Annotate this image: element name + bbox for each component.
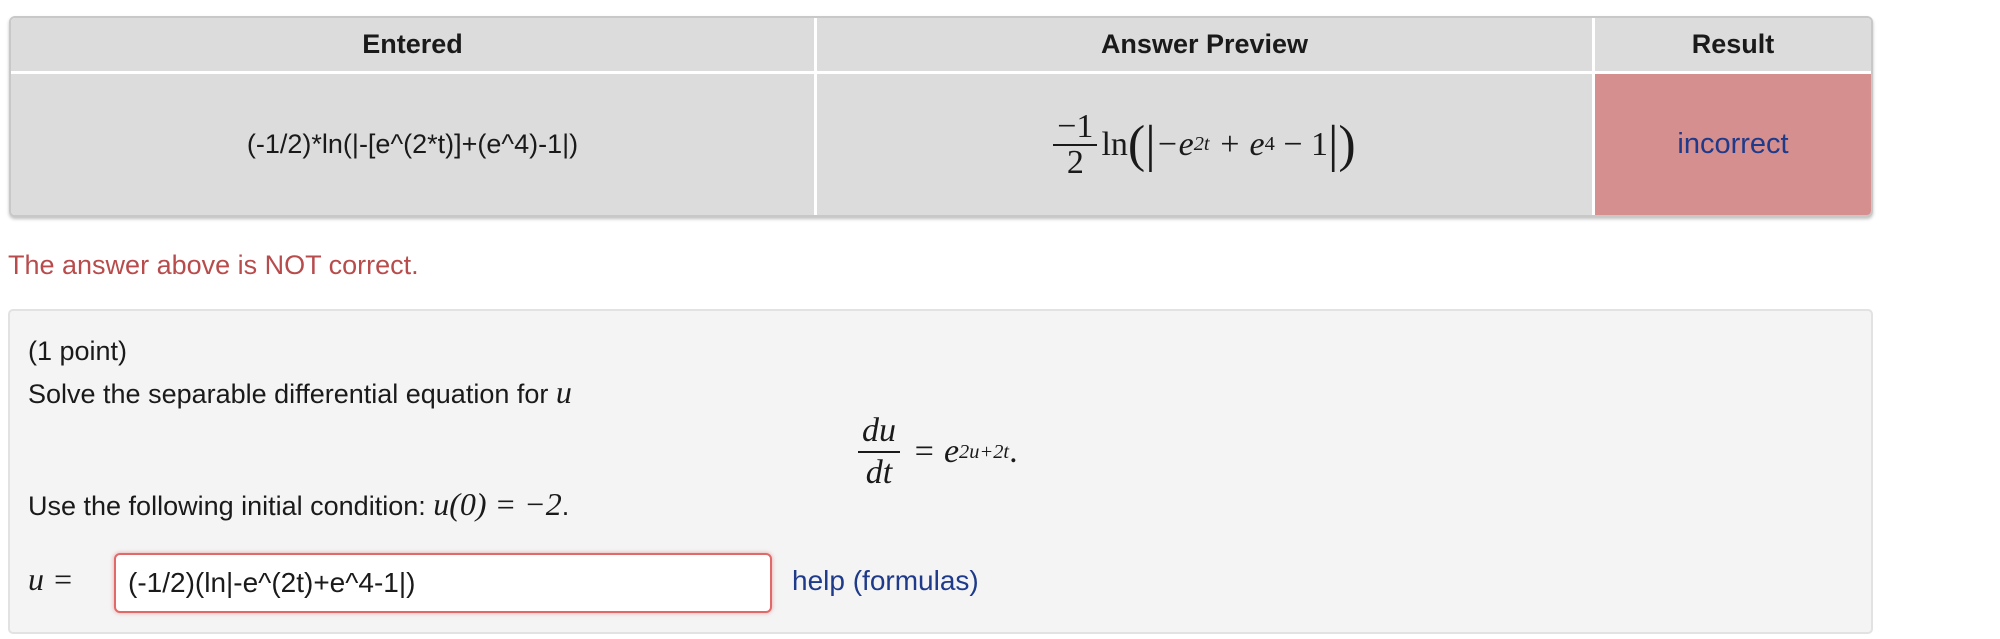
preview-minus-e: −e bbox=[1155, 125, 1194, 163]
eq-rhs: = e bbox=[904, 433, 960, 470]
condition-text: Use the following initial condition: bbox=[28, 491, 426, 521]
preview-bar-open: | bbox=[1145, 115, 1156, 173]
header-result: Result bbox=[1593, 18, 1871, 74]
entered-answer: (-1/2)*ln(|-[e^(2*t)]+(e^4)-1|) bbox=[11, 72, 817, 215]
preview-exp2: 4 bbox=[1264, 133, 1275, 155]
result-status: incorrect bbox=[1593, 72, 1871, 215]
answer-input[interactable] bbox=[114, 553, 772, 613]
preview-math: −1 2 ln ( | −e 2t + e4 − 1 | ) bbox=[1053, 109, 1356, 181]
problem-box: (1 point) Solve the separable differenti… bbox=[8, 309, 1873, 634]
answer-preview: −1 2 ln ( | −e 2t + e4 − 1 | ) bbox=[815, 72, 1595, 215]
preview-exp1: 2t bbox=[1193, 133, 1210, 155]
condition-end: . bbox=[561, 491, 570, 521]
preview-ln: ln bbox=[1101, 125, 1128, 163]
eq-fraction: du dt bbox=[858, 411, 900, 493]
results-table: Entered Answer Preview Result (-1/2)*ln(… bbox=[9, 16, 1873, 217]
preview-numerator: −1 bbox=[1053, 109, 1098, 146]
preview-lparen: ( bbox=[1127, 115, 1146, 173]
help-formulas-link[interactable]: help (formulas) bbox=[792, 565, 979, 597]
preview-denominator: 2 bbox=[1066, 143, 1084, 181]
preview-minus-one: − 1 bbox=[1274, 125, 1328, 163]
header-entered: Entered bbox=[11, 18, 817, 74]
eq-exponent: 2u+2t bbox=[959, 440, 1010, 463]
status-message: The answer above is NOT correct. bbox=[8, 250, 419, 280]
eq-end: . bbox=[1009, 433, 1018, 470]
problem-points: (1 point) bbox=[28, 336, 128, 366]
preview-plus-e: + e bbox=[1209, 125, 1265, 163]
eq-numerator: du bbox=[858, 411, 900, 453]
preview-rparen: ) bbox=[1338, 115, 1356, 173]
differential-equation: du dt = e 2u+2t. bbox=[858, 411, 1018, 493]
preview-fraction: −1 2 bbox=[1053, 109, 1098, 181]
header-answer-preview: Answer Preview bbox=[815, 18, 1595, 74]
initial-condition: Use the following initial condition: u(0… bbox=[28, 486, 569, 523]
answer-label: u = bbox=[28, 561, 74, 597]
preview-bar-close: | bbox=[1328, 115, 1339, 173]
prompt-var: u bbox=[555, 374, 572, 410]
condition-math: u(0) = −2 bbox=[433, 486, 562, 522]
prompt-text: Solve the separable differential equatio… bbox=[28, 379, 549, 409]
eq-denominator: dt bbox=[865, 454, 893, 491]
problem-prompt: Solve the separable differential equatio… bbox=[28, 374, 572, 411]
